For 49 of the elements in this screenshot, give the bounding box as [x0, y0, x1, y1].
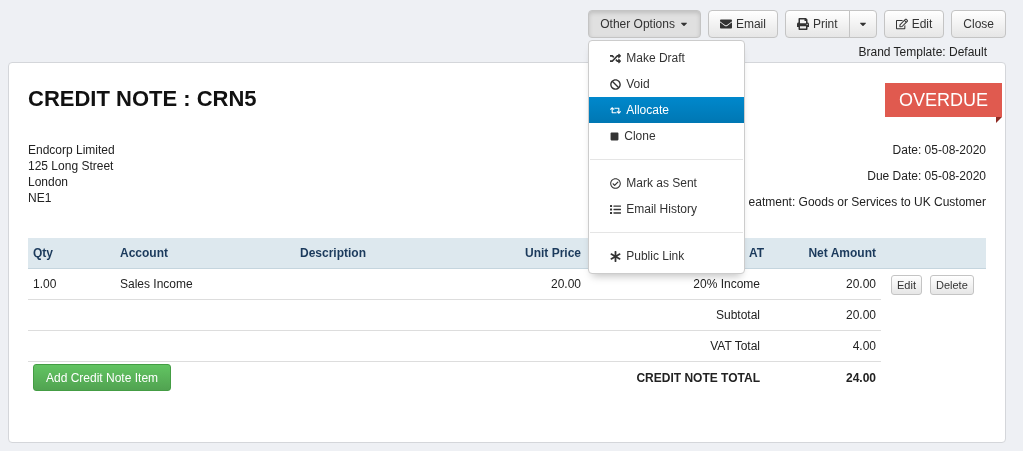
column-header: Unit Price [525, 246, 581, 260]
menu-item[interactable]: Mark as Sent [589, 170, 745, 196]
column-header: Qty [33, 246, 53, 260]
table-cell: 1.00 [28, 269, 115, 300]
total-label: VAT Total [586, 331, 765, 362]
close-button[interactable]: Close [951, 10, 1006, 38]
row-action-button[interactable]: Edit [891, 274, 922, 295]
list-icon [610, 203, 622, 215]
address-line: Endcorp Limited [28, 142, 115, 158]
edit-icon [895, 18, 908, 30]
edit-button[interactable]: Edit [883, 10, 945, 38]
print-button[interactable]: Print [784, 10, 850, 38]
column-header: Net Amount [808, 246, 876, 260]
total-label: Subtotal [586, 300, 765, 331]
print-options-button[interactable] [848, 10, 877, 38]
address-line: 125 Long Street [28, 158, 115, 174]
envelope-icon [719, 18, 732, 30]
status-ribbon: OVERDUE [885, 83, 1002, 123]
total-value: 20.00 [765, 300, 881, 331]
printer-icon [796, 18, 809, 30]
total-label: CREDIT NOTE TOTAL [635, 369, 761, 387]
menu-item[interactable]: Make Draft [589, 45, 745, 71]
shuffle-icon [610, 52, 622, 64]
menu-item[interactable]: Clone [589, 123, 745, 149]
email-button[interactable]: Email [707, 10, 778, 38]
address-line: London [28, 174, 70, 190]
menu-item[interactable]: Void [589, 71, 745, 97]
row-action-button[interactable]: Delete [929, 274, 974, 295]
menu-item[interactable]: Email History [589, 196, 745, 222]
column-header: Description [300, 246, 366, 260]
document-detail: eatment: Goods or Services to UK Customer [748, 194, 986, 211]
asterisk-icon [610, 250, 622, 262]
brand-template-label: Brand Template: Default [858, 45, 987, 59]
document-detail: Due Date: 05-08-2020 [867, 168, 986, 185]
document-detail: Date: 05-08-2020 [892, 142, 986, 159]
column-header: AT [748, 246, 764, 260]
table-cell: Sales Income [115, 269, 295, 300]
menu-item[interactable]: Public Link [589, 243, 745, 269]
retweet-icon [610, 104, 622, 116]
ban-icon [610, 78, 622, 90]
address-line: NE1 [28, 190, 53, 206]
document-title: CREDIT NOTE : CRN5 [28, 86, 257, 112]
column-header: Account [120, 246, 168, 260]
other-options-button[interactable]: Other Options [588, 10, 701, 38]
total-value: 4.00 [765, 331, 881, 362]
menu-item[interactable]: Allocate [589, 97, 745, 123]
table-cell: 20.00 [470, 269, 586, 300]
table-cell: 20.00 [765, 269, 881, 300]
total-value: 24.00 [844, 369, 877, 387]
